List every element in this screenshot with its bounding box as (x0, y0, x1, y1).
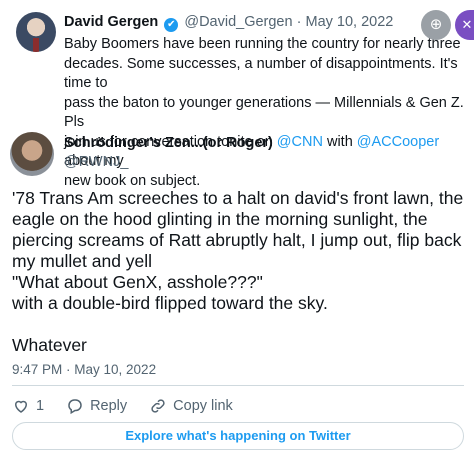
text-line: Baby Boomers have been running the count… (64, 36, 461, 52)
avatar[interactable] (16, 12, 56, 52)
copy-link-label: Copy link (173, 398, 233, 414)
divider (12, 385, 464, 386)
author-name[interactable]: Schrödinger's Zen...(or Roger) (64, 135, 273, 151)
author-handle[interactable]: @RWNJ_ (64, 154, 128, 170)
text-line: decades. Some successes, a number of dis… (64, 55, 458, 92)
author-handle[interactable]: @David_Gergen (184, 14, 292, 30)
tweet-timestamp[interactable]: 9:47 PM · May 10, 2022 (12, 362, 156, 377)
reply-button[interactable]: Reply (66, 397, 127, 415)
text-line: '78 Trans Am screeches to a halt on davi… (12, 188, 464, 208)
explore-twitter-button[interactable]: Explore what's happening on Twitter (12, 422, 464, 450)
action-bar: 1 Reply Copy link (12, 394, 255, 418)
zoom-in-icon[interactable]: ⊕ (421, 10, 451, 40)
reply-label: Reply (90, 398, 128, 414)
like-count: 1 (36, 398, 45, 414)
separator: · (296, 14, 302, 30)
text-line: with a double-bird flipped toward the sk… (12, 293, 328, 313)
text-line: piercing screams of Ratt abruptly halt, … (12, 230, 462, 250)
like-button[interactable]: 1 (12, 397, 44, 415)
avatar[interactable] (10, 132, 54, 176)
copy-link-button[interactable]: Copy link (149, 397, 233, 415)
tweet-text: '78 Trans Am screeches to a halt on davi… (12, 188, 470, 356)
text-line: Whatever (12, 335, 87, 355)
main-tweet: Schrödinger's Zen...(or Roger) @RWNJ_ '7… (0, 126, 474, 452)
text-line: my mullet and yell (12, 251, 153, 271)
author-name[interactable]: David Gergen (64, 14, 158, 30)
reply-icon (68, 399, 82, 415)
link-icon (151, 399, 165, 413)
heart-icon (14, 400, 28, 413)
quoted-tweet[interactable]: David Gergen ✔ @David_Gergen · May 10, 2… (6, 4, 474, 189)
avatar-detail (33, 38, 39, 52)
tweet-date[interactable]: May 10, 2022 (305, 14, 393, 30)
verified-badge-icon: ✔ (164, 18, 179, 32)
quoted-tweet-header: David Gergen ✔ @David_Gergen · May 10, 2… (64, 14, 393, 32)
text-line: eagle on the hood glinting in the mornin… (12, 209, 428, 229)
text-line: "What about GenX, asshole???" (12, 272, 263, 292)
